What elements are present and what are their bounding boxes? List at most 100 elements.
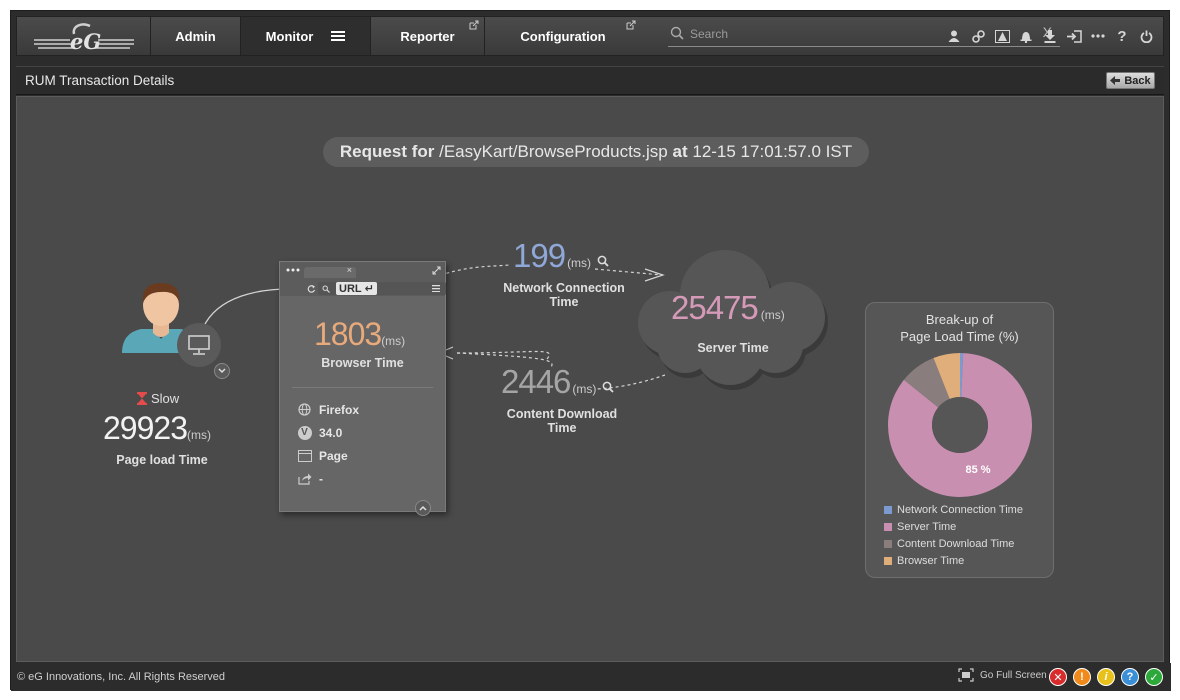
version-icon: V: [297, 425, 312, 440]
page-name: Page: [319, 448, 348, 463]
browser-tab: ×: [304, 265, 356, 278]
legend-label: Network Connection Time: [897, 503, 1023, 516]
download-icon[interactable]: [1041, 27, 1059, 45]
link-icon[interactable]: [969, 27, 987, 45]
copyright-text: © eG Innovations, Inc. All Rights Reserv…: [17, 671, 226, 683]
zoom-icon[interactable]: [597, 255, 609, 267]
nav-tab-label: Monitor: [265, 28, 314, 44]
nav-tab-label: Admin: [175, 28, 216, 44]
browser-time-label: Browser Time: [321, 356, 404, 370]
legend-swatch: [884, 539, 892, 548]
hamburger-menu-icon: [432, 285, 440, 292]
nav-tab-admin[interactable]: Admin: [150, 17, 240, 55]
back-button[interactable]: Back: [1106, 72, 1155, 89]
nav-tab-label: Configuration: [520, 28, 606, 44]
search-icon[interactable]: [670, 26, 684, 40]
status-text: Slow: [151, 391, 180, 406]
legend-label: Server Time: [897, 520, 957, 533]
page-load-time-label: Page load Time: [116, 453, 208, 467]
browser-name: Firefox: [319, 402, 360, 417]
chart-legend: Network Connection Time Server Time Conten…: [884, 501, 1023, 569]
expand-icon: [432, 266, 441, 275]
full-screen-button[interactable]: Go Full Screen: [958, 668, 1047, 682]
app-frame: eG Admin Monitor Reporter Configuration: [10, 10, 1171, 691]
metric-unit: (ms): [381, 334, 406, 348]
search-icon: [322, 285, 330, 293]
referrer-row: -: [297, 471, 323, 486]
logo-graphic: eG: [33, 23, 134, 52]
major-status-icon[interactable]: !: [1073, 668, 1091, 686]
legend-item[interactable]: Browser Time: [884, 552, 1023, 569]
legend-item[interactable]: Server Time: [884, 518, 1023, 535]
fullscreen-icon: [958, 668, 974, 682]
metric-value: 199: [513, 237, 566, 274]
unknown-status-icon[interactable]: ?: [1121, 668, 1139, 686]
browser-menu-icon: [286, 268, 300, 272]
metric-value: 25475: [671, 289, 759, 326]
metric-value: 29923: [103, 410, 188, 446]
network-connection-time-value: 199 (ms): [513, 237, 609, 275]
transaction-details-panel: Request for /EasyKart/BrowseProducts.jsp…: [16, 96, 1164, 662]
nav-tab-label: Reporter: [400, 28, 455, 44]
chevron-up-icon: [419, 505, 427, 511]
network-connection-time-label: Network Connection Time: [489, 281, 639, 309]
page-load-breakup-panel: Break-up of Page Load Time (%) 85 % Netw…: [865, 302, 1054, 578]
metric-unit: (ms): [572, 382, 597, 396]
full-screen-label: Go Full Screen: [980, 669, 1047, 681]
close-icon: ×: [346, 265, 352, 275]
label-line: Time: [547, 421, 577, 435]
page-load-donut-chart: 85 %: [888, 353, 1032, 497]
external-link-icon: [469, 20, 479, 30]
more-icon[interactable]: [1089, 27, 1107, 45]
nav-tab-configuration[interactable]: Configuration: [484, 17, 641, 55]
alert-icon[interactable]: [993, 27, 1011, 45]
hamburger-menu-icon[interactable]: [331, 30, 346, 42]
url-tag-label: URL: [339, 282, 362, 295]
page-title-bar: RUM Transaction Details Back: [16, 66, 1164, 95]
hourglass-icon: [137, 392, 147, 405]
back-arrow-icon: [1110, 76, 1121, 85]
metric-unit: (ms): [760, 308, 785, 322]
minor-status-icon[interactable]: i: [1097, 668, 1115, 686]
login-icon[interactable]: [1065, 27, 1083, 45]
end-user: [117, 277, 237, 379]
user-icon[interactable]: [945, 27, 963, 45]
title-line: Page Load Time (%): [900, 329, 1019, 344]
power-icon[interactable]: [1137, 27, 1155, 45]
legend-swatch: [884, 556, 892, 565]
legend-item[interactable]: Content Download Time: [884, 535, 1023, 552]
nav-tab-monitor[interactable]: Monitor: [240, 17, 370, 55]
eg-logo[interactable]: eG: [17, 17, 150, 55]
globe-icon: [298, 403, 311, 416]
legend-label: Content Download Time: [897, 537, 1015, 550]
help-icon[interactable]: ?: [1113, 27, 1131, 45]
normal-status-icon[interactable]: ✓: [1145, 668, 1163, 686]
device-dropdown-button[interactable]: [214, 363, 230, 379]
label-line: Time: [549, 295, 579, 309]
divider: [292, 387, 433, 388]
server-time-label: Server Time: [697, 341, 769, 355]
legend-item[interactable]: Network Connection Time: [884, 501, 1023, 518]
server-time-value: 25475 (ms): [671, 289, 785, 327]
metric-unit: (ms): [186, 428, 211, 442]
bell-icon[interactable]: [1017, 27, 1035, 45]
legend-swatch: [884, 522, 892, 531]
share-icon: [297, 473, 311, 485]
chevron-down-icon: [218, 368, 226, 374]
critical-status-icon[interactable]: ✕: [1049, 668, 1067, 686]
zoom-icon[interactable]: [602, 381, 615, 393]
browser-version: 34.0: [319, 425, 343, 440]
nav-tab-reporter[interactable]: Reporter: [370, 17, 484, 55]
donut-hole: [932, 397, 988, 453]
referrer: -: [319, 471, 323, 486]
collapse-button[interactable]: [415, 500, 431, 516]
legend-swatch: [884, 505, 892, 514]
page-window-icon: [297, 449, 312, 462]
browser-name-row: Firefox: [297, 402, 359, 417]
slice-percent-label: 85 %: [965, 464, 990, 476]
browser-version-row: V 34.0: [297, 425, 342, 440]
url-tag: URL ↵: [336, 282, 377, 295]
svg-text:eG: eG: [70, 29, 101, 52]
browser-window: × URL ↵ 1803(ms) Browser Time Firefox V …: [279, 261, 446, 516]
top-navigation-bar: eG Admin Monitor Reporter Configuration: [16, 16, 1164, 56]
